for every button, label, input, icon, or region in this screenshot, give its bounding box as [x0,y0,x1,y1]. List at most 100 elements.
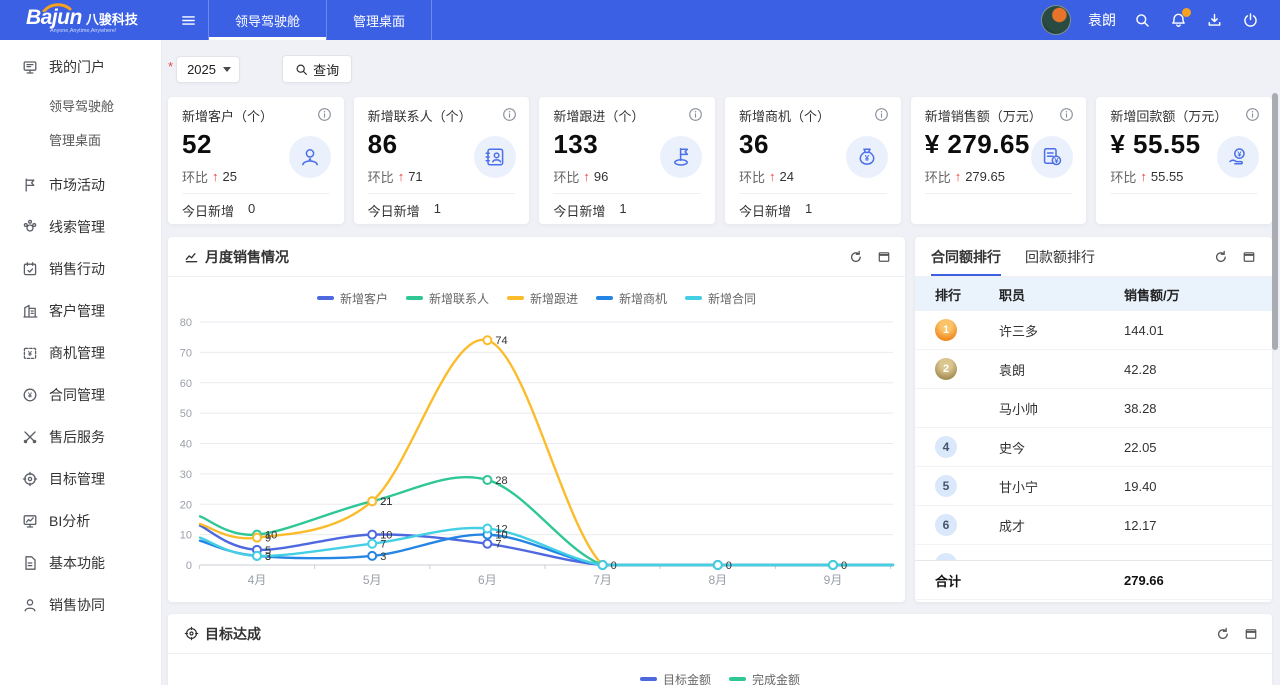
nav-tab-0[interactable]: 领导驾驶舱 [208,0,327,40]
svg-text:7月: 7月 [593,573,612,587]
sidebar-item-6[interactable]: ¥合同管理 [0,374,161,416]
svg-text:3: 3 [265,551,271,563]
top-navbar: Bajun 八骏科技 Anyone,Anytime,Anywhere! 领导驾驶… [0,0,1280,40]
svg-text:0: 0 [186,560,192,572]
legend-item[interactable]: 新增商机 [596,290,667,307]
svg-text:40: 40 [180,439,192,451]
info-icon[interactable] [1059,107,1074,122]
sidebar-subitem-1[interactable]: 管理桌面 [0,122,161,156]
sidebar-item-5[interactable]: ¥商机管理 [0,332,161,374]
kpi-huanbi-label: 环比 [925,167,951,186]
expand-icon[interactable] [1242,250,1256,264]
kpi-huanbi-value: 279.65 [965,169,1005,184]
svg-text:80: 80 [180,317,192,329]
power-icon[interactable] [1241,11,1260,30]
svg-text:9: 9 [265,533,271,545]
kpi-title: 新增回款额（万元） [1110,108,1222,125]
legend-item[interactable]: 完成金额 [729,671,800,685]
nav-tabs: 领导驾驶舱管理桌面 [208,0,432,40]
target-icon [22,471,38,487]
action-icon [22,261,38,277]
query-button[interactable]: 查询 [282,55,352,83]
sidebar-item-label: 我的门户 [49,57,105,77]
sidebar-item-10[interactable]: 基本功能 [0,542,161,584]
sidebar-item-7[interactable]: 售后服务 [0,416,161,458]
avatar[interactable] [1041,5,1071,35]
svg-text:12: 12 [495,524,507,536]
year-select[interactable]: 2025 [176,56,240,83]
scrollbar[interactable] [1272,93,1278,350]
sidebar-item-8[interactable]: 目标管理 [0,458,161,500]
refresh-icon[interactable] [1214,250,1228,264]
svg-text:8月: 8月 [708,573,727,587]
refresh-icon[interactable] [849,250,863,264]
svg-text:0: 0 [611,560,617,572]
table-row: 1 许三多 144.01 [915,311,1272,350]
search-icon[interactable] [1133,11,1152,30]
sidebar-item-3[interactable]: 销售行动 [0,248,161,290]
svg-text:50: 50 [180,408,192,420]
ranking-tab-0[interactable]: 合同额排行 [931,237,1001,276]
kpi-huanbi-label: 环比 [182,167,208,186]
svg-text:0: 0 [841,560,847,572]
sidebar-item-4[interactable]: 客户管理 [0,290,161,332]
info-icon[interactable] [1245,107,1260,122]
download-icon[interactable] [1205,11,1224,30]
refresh-icon[interactable] [1216,627,1230,641]
kpi-huanbi-label: 环比 [368,167,394,186]
sidebar-item-1[interactable]: 市场活动 [0,164,161,206]
chevron-down-icon [223,67,231,72]
legend-label: 完成金额 [752,671,800,685]
year-select-value: 2025 [187,62,216,77]
sidebar-item-11[interactable]: 销售协同 [0,584,161,626]
info-icon[interactable] [688,107,703,122]
brand-logo[interactable]: Bajun 八骏科技 Anyone,Anytime,Anywhere! [0,0,168,40]
ranking-total-row: 合计 279.66 [915,560,1272,600]
kpi-huanbi-label: 环比 [1110,167,1136,186]
svg-text:¥: ¥ [28,349,33,358]
legend-item[interactable]: 新增客户 [317,290,388,307]
sidebar-item-label: 目标管理 [49,469,105,489]
table-row: 4 史今 22.05 [915,428,1272,467]
legend-item[interactable]: 目标金额 [640,671,711,685]
legend-item[interactable]: 新增联系人 [406,290,489,307]
ranking-tab-1[interactable]: 回款额排行 [1025,237,1095,276]
kpi-divider [925,193,1073,201]
sidebar-subitem-0[interactable]: 领导驾驶舱 [0,88,161,122]
info-icon[interactable] [317,107,332,122]
rank-badge: 3 [935,397,957,419]
notification-bell-icon[interactable] [1169,11,1188,30]
market-icon [22,177,38,193]
table-row: 2 袁朗 42.28 [915,350,1272,389]
sidebar-item-0[interactable]: 我的门户 [0,46,161,88]
sales-value: 12.17 [1124,518,1252,533]
menu-toggle-icon[interactable] [168,0,208,40]
sidebar-item-label: 市场活动 [49,175,105,195]
kpi-today-label: 今日新增 [182,201,234,220]
legend-swatch [685,296,702,300]
legend-item[interactable]: 新增合同 [685,290,756,307]
legend-swatch [596,296,613,300]
expand-icon[interactable] [1244,627,1258,641]
svg-text:30: 30 [180,469,192,481]
customer-icon [289,136,331,178]
expand-icon[interactable] [877,250,891,264]
employee-name: 史今 [999,438,1124,457]
svg-text:70: 70 [180,347,192,359]
legend-item[interactable]: 新增跟进 [507,290,578,307]
info-icon[interactable] [502,107,517,122]
sales-value: 19.40 [1124,479,1252,494]
employee-name: 袁朗 [999,360,1124,379]
follow-icon [660,136,702,178]
customer-icon [22,303,38,319]
monthly-sales-panel: 月度销售情况 新增客户新增联系人新增跟进新增商机新增合同 01020304050… [168,237,905,602]
kpi-today-value: 1 [805,201,812,220]
kpi-huanbi-label: 环比 [739,167,765,186]
nav-tab-1[interactable]: 管理桌面 [327,0,432,40]
sidebar-item-9[interactable]: BI分析 [0,500,161,542]
legend-swatch [317,296,334,300]
up-arrow-icon: ↑ [1140,169,1147,184]
sidebar-item-2[interactable]: 线索管理 [0,206,161,248]
info-icon[interactable] [874,107,889,122]
basic-icon [22,555,38,571]
